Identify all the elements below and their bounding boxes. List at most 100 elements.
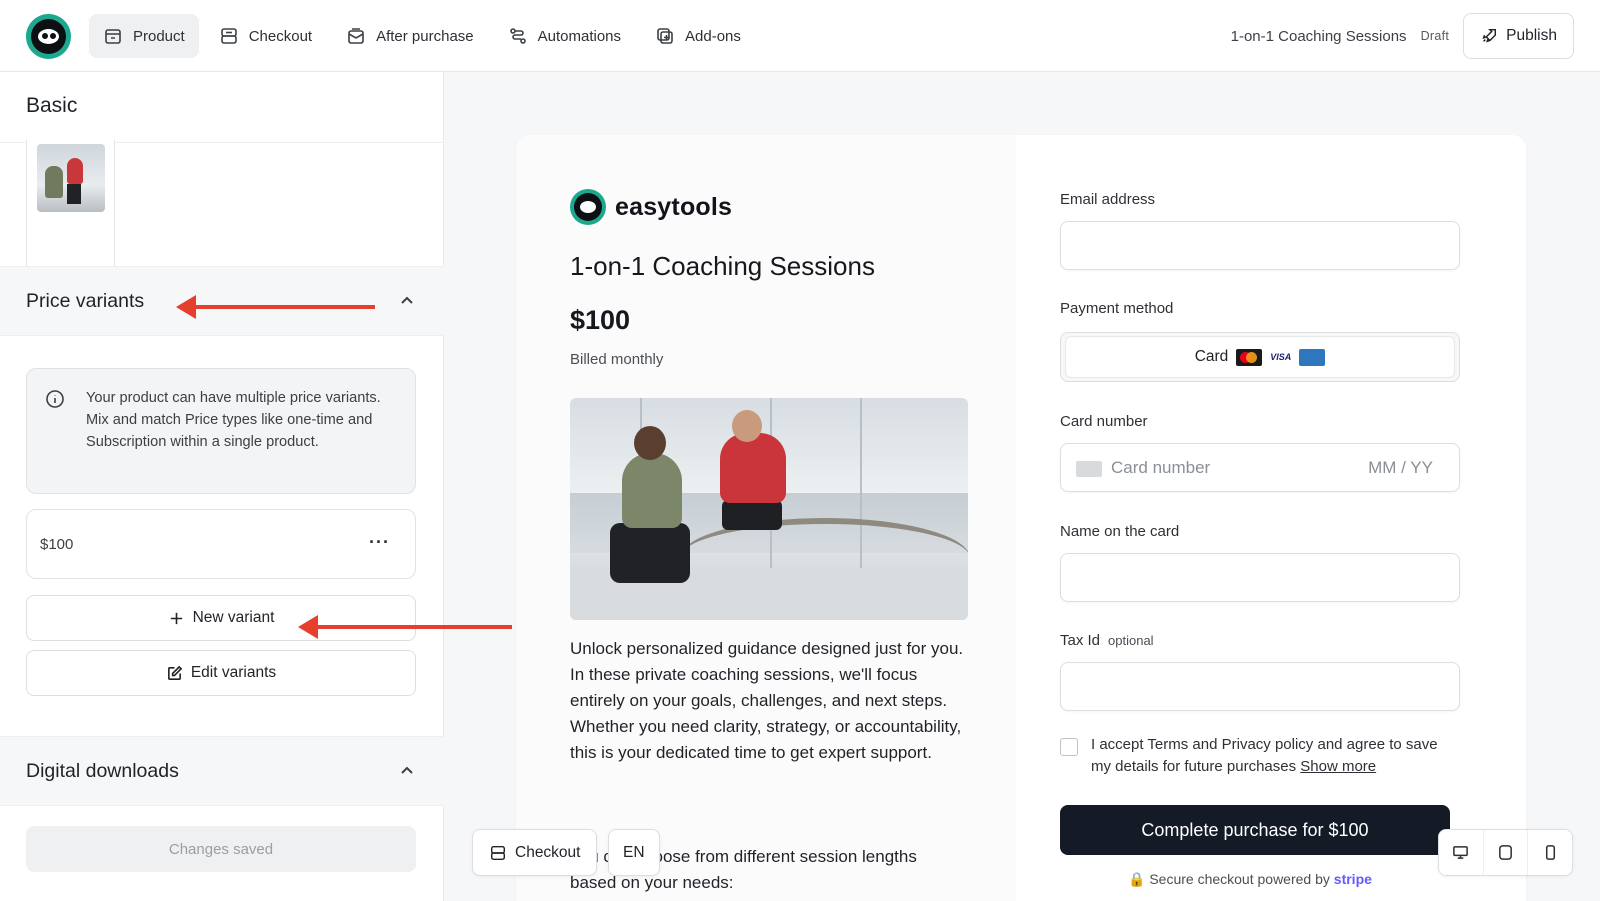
top-right-area: 1-on-1 Coaching Sessions Draft Publish xyxy=(1231,13,1574,59)
card-number-placeholder: Card number xyxy=(1111,458,1211,477)
stripe-logo: stripe xyxy=(1333,871,1372,887)
publish-button[interactable]: Publish xyxy=(1463,13,1574,59)
product-summary: easytools 1-on-1 Coaching Sessions $100 … xyxy=(516,135,1016,901)
app-logo[interactable] xyxy=(26,14,71,59)
checkout-form: Email address Payment method Card VISA C… xyxy=(1016,135,1526,901)
complete-purchase-button[interactable]: Complete purchase for $100 xyxy=(1060,805,1450,855)
desktop-icon xyxy=(1453,846,1469,859)
price-variants-title: Price variants xyxy=(26,290,145,312)
brand-logo xyxy=(570,189,606,225)
top-bar: Product Checkout After purchase Automati… xyxy=(0,0,1600,72)
terms-text: I accept Terms and Privacy policy and ag… xyxy=(1091,734,1456,778)
billing-period: Billed monthly xyxy=(570,351,664,368)
edit-icon xyxy=(167,665,183,680)
info-text: Your product can have multiple price var… xyxy=(86,390,381,450)
tab-label: Automations xyxy=(537,27,622,45)
tablet-icon xyxy=(1499,845,1512,860)
tab-label: Checkout xyxy=(248,27,313,45)
publish-label: Publish xyxy=(1506,27,1557,44)
name-on-card-label: Name on the card xyxy=(1060,523,1180,540)
tab-after-purchase[interactable]: After purchase xyxy=(332,14,488,58)
price-variant-item[interactable]: $100 ··· xyxy=(26,509,416,579)
card-number-field[interactable]: Card number MM / YY xyxy=(1060,443,1460,492)
main-nav: Product Checkout After purchase Automati… xyxy=(89,14,755,58)
optional-tag: optional xyxy=(1108,633,1154,648)
secure-checkout-note: 🔒 Secure checkout powered by stripe xyxy=(1128,871,1372,888)
card-number-label: Card number xyxy=(1060,413,1148,430)
payment-option-card[interactable]: Card VISA xyxy=(1065,336,1455,378)
product-price: $100 xyxy=(570,305,631,335)
product-description: Unlock personalized guidance designed ju… xyxy=(570,639,964,762)
edit-variants-button[interactable]: Edit variants xyxy=(26,650,416,696)
checkout-preview: easytools 1-on-1 Coaching Sessions $100 … xyxy=(516,135,1526,901)
product-title: 1-on-1 Coaching Sessions xyxy=(570,251,875,281)
mail-icon xyxy=(348,28,364,44)
chevron-up-icon[interactable] xyxy=(400,294,414,308)
expiry-field[interactable]: MM / YY xyxy=(1368,458,1433,478)
tab-label: Product xyxy=(133,27,185,45)
annotation-arrow xyxy=(176,295,375,319)
mobile-view-button[interactable] xyxy=(1528,830,1572,875)
language-label: EN xyxy=(623,843,645,861)
info-icon xyxy=(45,389,65,409)
tablet-view-button[interactable] xyxy=(1484,830,1529,875)
preview-page-selector[interactable]: Checkout xyxy=(472,829,598,876)
lock-icon: 🔒 xyxy=(1128,871,1146,887)
more-options-icon[interactable]: ··· xyxy=(369,532,390,553)
edit-variants-label: Edit variants xyxy=(190,664,277,681)
terms-label: I accept Terms and Privacy policy and ag… xyxy=(1091,736,1438,775)
language-selector[interactable]: EN xyxy=(608,829,660,876)
changes-saved-button[interactable]: Changes saved xyxy=(26,826,416,872)
payment-method-selector: Card VISA xyxy=(1060,332,1460,382)
tab-checkout[interactable]: Checkout xyxy=(205,14,326,58)
tab-add-ons[interactable]: Add-ons xyxy=(641,14,755,58)
product-thumbnail xyxy=(37,144,105,212)
payment-method-label: Payment method xyxy=(1060,300,1174,317)
page-name: 1-on-1 Coaching Sessions xyxy=(1230,27,1407,45)
variant-price: $100 xyxy=(40,536,74,553)
tax-id-label: Tax Id optional xyxy=(1060,632,1154,649)
amex-icon xyxy=(1299,348,1326,366)
new-variant-label: New variant xyxy=(192,609,275,626)
mastercard-icon xyxy=(1236,348,1263,366)
visa-icon: VISA xyxy=(1270,352,1292,362)
product-image xyxy=(570,398,968,620)
price-variants-header[interactable]: Price variants xyxy=(0,266,444,336)
new-variant-button[interactable]: New variant xyxy=(26,595,416,641)
annotation-arrow xyxy=(298,615,512,639)
tax-id-field[interactable] xyxy=(1060,662,1460,711)
box-icon xyxy=(105,29,121,44)
tab-label: Add-ons xyxy=(685,27,741,45)
flow-icon xyxy=(509,28,526,44)
desktop-view-button[interactable] xyxy=(1439,830,1484,875)
show-more-link[interactable]: Show more xyxy=(1300,758,1376,775)
email-label: Email address xyxy=(1060,191,1156,208)
email-field[interactable] xyxy=(1060,221,1460,270)
brand-name: easytools xyxy=(615,192,733,221)
plus-icon xyxy=(170,612,182,624)
digital-downloads-header[interactable]: Digital downloads xyxy=(0,736,444,806)
tab-label: After purchase xyxy=(376,27,474,45)
secure-text: Secure checkout powered by xyxy=(1149,871,1330,887)
status-badge: Draft xyxy=(1420,29,1450,43)
addon-icon xyxy=(657,28,673,44)
preview-page-label: Checkout xyxy=(515,843,581,861)
credit-card-icon xyxy=(1076,461,1102,477)
tab-product[interactable]: Product xyxy=(89,14,199,58)
name-on-card-field[interactable] xyxy=(1060,553,1460,602)
tab-automations[interactable]: Automations xyxy=(494,14,635,58)
section-basic-title: Basic xyxy=(26,94,78,117)
rocket-icon xyxy=(1482,28,1497,43)
checkout-icon xyxy=(220,28,237,44)
payment-option-label: Card xyxy=(1194,348,1229,365)
tax-id-text: Tax Id xyxy=(1060,632,1101,649)
mobile-icon xyxy=(1545,845,1555,860)
brand: easytools xyxy=(570,189,732,225)
digital-downloads-title: Digital downloads xyxy=(26,760,179,782)
editor-sidebar: Basic Price variants Your product can ha… xyxy=(0,72,444,901)
checkout-icon xyxy=(490,845,506,860)
price-variants-info: Your product can have multiple price var… xyxy=(26,368,416,494)
chevron-up-icon[interactable] xyxy=(400,764,414,778)
device-preview-switcher xyxy=(1438,829,1573,876)
terms-checkbox[interactable] xyxy=(1060,738,1078,756)
